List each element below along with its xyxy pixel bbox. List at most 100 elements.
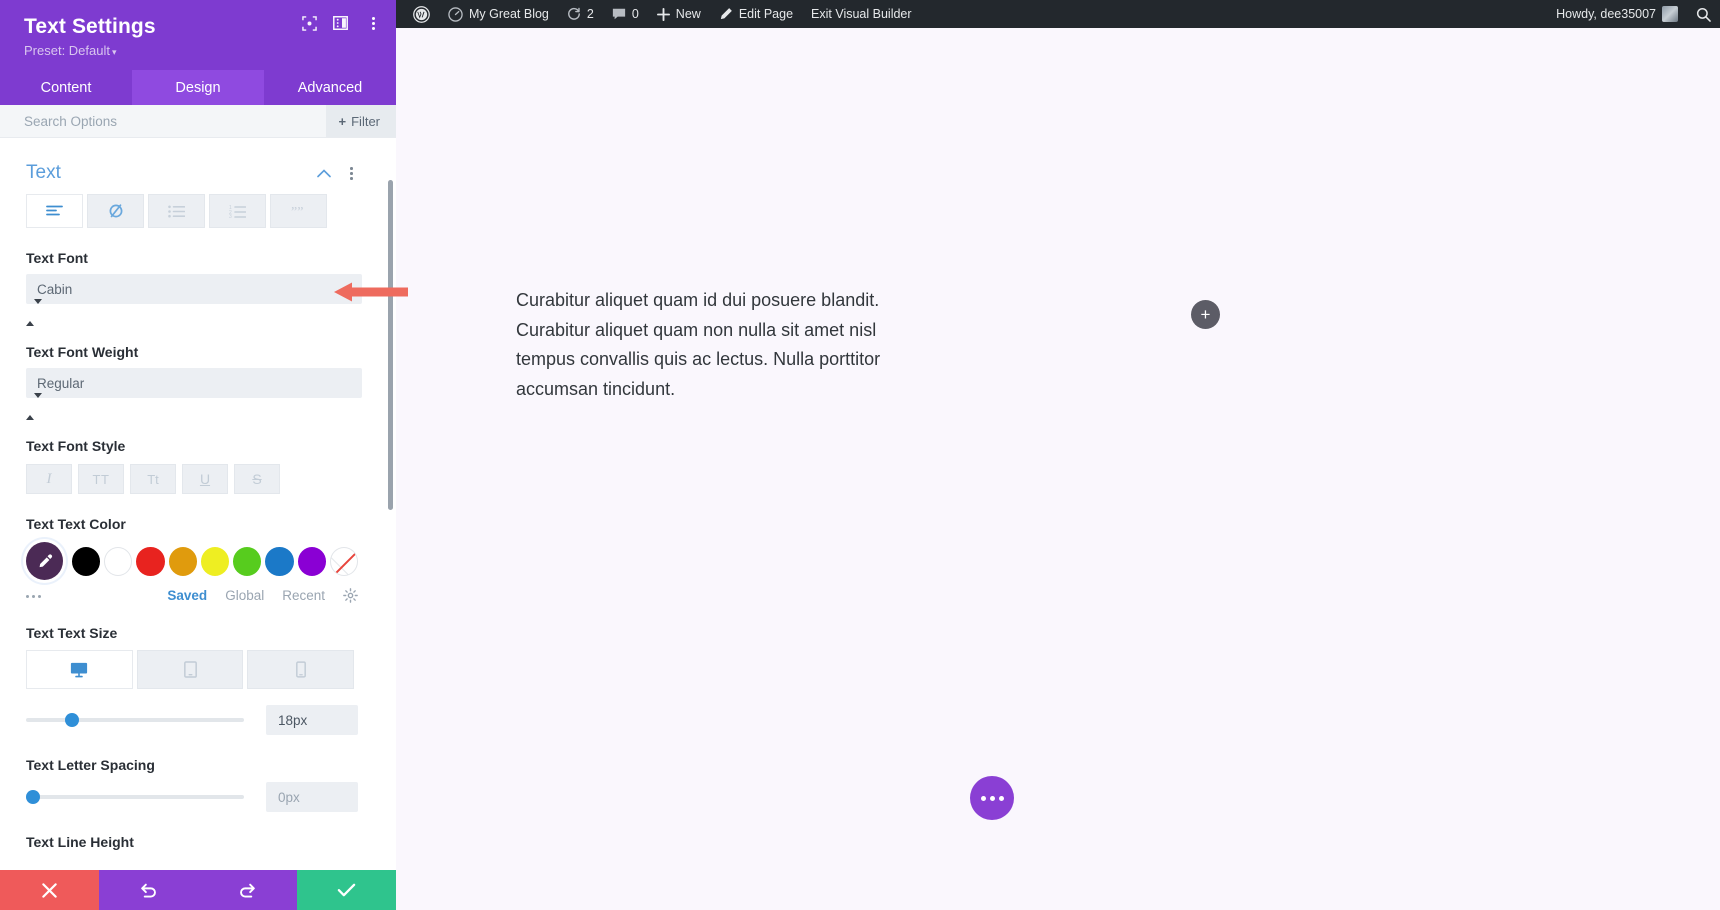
text-font-style-toolbar: I TT Tt U S [26,464,358,494]
site-name-item[interactable]: My Great Blog [439,0,558,28]
filter-button[interactable]: + Filter [325,105,396,137]
color-tab-recent[interactable]: Recent [282,588,325,603]
text-align-left-button[interactable] [26,194,83,228]
device-tab-desktop[interactable] [26,650,133,689]
section-menu-icon[interactable] [344,165,358,181]
letter-spacing-slider-knob[interactable] [26,790,40,804]
site-name-label: My Great Blog [469,7,549,21]
color-swatch-purple[interactable] [297,546,326,576]
italic-button[interactable]: I [26,464,72,494]
text-letter-spacing-label: Text Letter Spacing [26,757,155,773]
device-tab-tablet[interactable] [136,650,244,689]
plus-icon [656,7,670,21]
color-swatch-none[interactable] [329,546,359,576]
layout-columns-icon[interactable] [333,16,348,30]
chevron-up-icon[interactable] [317,166,331,180]
visual-builder-area: My Great Blog 2 0 New Edit Page Exit Vis… [396,0,1720,910]
underline-button[interactable]: U [182,464,228,494]
text-size-slider[interactable] [26,713,244,727]
search-icon[interactable] [1687,0,1720,28]
panel-header: Text Settings Preset: Default ▾ [0,0,396,70]
color-swatch-yellow[interactable] [200,546,230,576]
text-font-label: Text Font [26,250,88,266]
letter-spacing-value[interactable]: 0px [266,782,358,812]
svg-text:3: 3 [229,214,232,218]
undo-button[interactable] [99,870,198,910]
color-swatch-black[interactable] [71,546,101,576]
text-font-weight-value: Regular [37,375,85,391]
text-font-style-label: Text Font Style [26,438,126,454]
unordered-list-button[interactable] [148,194,205,228]
text-font-weight-label: Text Font Weight [26,344,139,360]
color-meta-row: Saved Global Recent [26,588,358,603]
edit-page-item[interactable]: Edit Page [710,0,802,28]
add-module-button[interactable]: + [1191,300,1220,329]
tab-advanced[interactable]: Advanced [264,70,396,105]
select-spinner-icon [26,393,42,420]
panel-body: Text 1 2 3 ”” Text Font Cabin Text Font … [0,138,396,910]
text-size-value[interactable]: 18px [266,705,358,735]
selected-color-swatch[interactable] [26,542,63,580]
text-font-weight-select[interactable]: Regular [26,368,362,398]
tab-design[interactable]: Design [132,70,264,105]
wordpress-logo-icon[interactable] [404,0,439,28]
dot-icon [989,795,995,801]
ordered-list-button[interactable]: 1 2 3 [209,194,266,228]
more-options-fab[interactable] [970,776,1014,820]
search-row: + Filter [0,105,396,138]
color-swatch-orange[interactable] [168,546,197,576]
color-tab-saved[interactable]: Saved [167,588,207,603]
filter-button-label: Filter [351,113,380,129]
redo-button[interactable] [198,870,297,910]
plus-icon: + [1200,304,1211,324]
cancel-button[interactable] [0,870,99,910]
wp-admin-bar: My Great Blog 2 0 New Edit Page Exit Vis… [396,0,1720,28]
underline-glyph: U [199,471,211,487]
color-swatch-blue[interactable] [265,546,294,576]
strikethrough-glyph: S [252,471,262,487]
plus-icon: + [338,113,347,129]
text-size-slider-knob[interactable] [65,713,80,727]
uppercase-glyph: TT [92,471,110,487]
tab-content[interactable]: Content [0,70,132,105]
color-swatch-white[interactable] [104,546,133,576]
panel-preset[interactable]: Preset: Default ▾ [24,43,378,58]
undo-icon [141,883,156,898]
panel-action-bar [0,870,396,910]
search-input[interactable] [0,105,326,137]
uppercase-button[interactable]: TT [78,464,124,494]
updates-item[interactable]: 2 [558,0,603,28]
letter-spacing-slider[interactable] [26,790,244,804]
panel-scrollbar[interactable] [388,180,393,510]
howdy-item[interactable]: Howdy, dee35007 [1547,0,1687,28]
color-swatch-red[interactable] [136,546,165,576]
comments-count: 0 [631,7,639,21]
color-tab-global[interactable]: Global [225,588,264,603]
section-title: Text [26,162,61,183]
gear-icon[interactable] [343,588,358,603]
text-line-height-label: Text Line Height [26,834,134,850]
capitalize-button[interactable]: Tt [130,464,176,494]
focus-frame-icon[interactable] [302,15,317,31]
text-orientation-button[interactable] [87,194,144,228]
text-module-paragraph[interactable]: Curabitur aliquet quam id dui posuere bl… [516,286,936,404]
comments-item[interactable]: 0 [603,0,648,28]
strikethrough-button[interactable]: S [234,464,280,494]
kebab-menu-icon[interactable] [364,14,382,32]
letter-spacing-slider-row: 0px [26,782,358,812]
save-button[interactable] [297,870,396,910]
ellipsis-horizontal-icon[interactable] [26,589,50,603]
dot-icon [980,795,986,801]
avatar [1662,6,1678,22]
text-font-select[interactable]: Cabin [26,274,362,304]
color-swatch-green[interactable] [233,546,262,576]
blockquote-button[interactable]: ”” [270,194,327,228]
svg-text:””: ”” [291,205,303,218]
text-text-size-label: Text Text Size [26,625,118,641]
section-header-text: Text [26,162,358,184]
new-content-item[interactable]: New [648,0,710,28]
text-settings-panel: Text Settings Preset: Default ▾ Content … [0,0,396,910]
device-tab-phone[interactable] [247,650,355,689]
admin-bar-right: Howdy, dee35007 [1547,0,1720,28]
exit-visual-builder-item[interactable]: Exit Visual Builder [802,0,921,28]
